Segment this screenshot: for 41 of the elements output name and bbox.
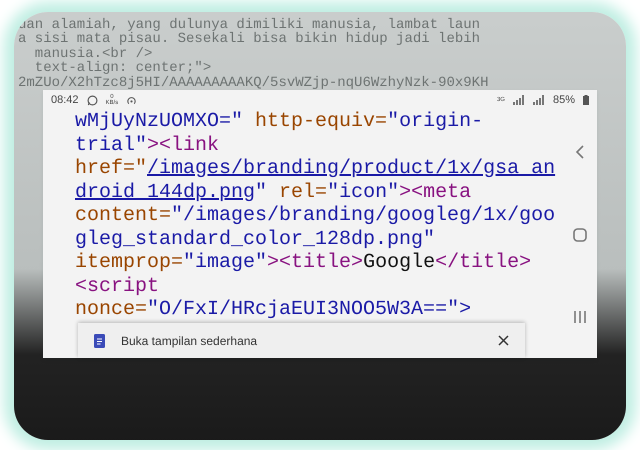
code-token: trial" <box>75 134 148 156</box>
background-code-line: text-align: center;"> <box>34 60 212 76</box>
code-token: gleg_standard_color_128dp.png" <box>75 228 436 250</box>
code-token: Google <box>363 251 436 274</box>
background-code-line: 2mZUo/X2hTzc8j5HI/AAAAAAAAAKQ/5svWZjp-nqU6WzhyNzk-90x9KH <box>18 74 488 90</box>
simplified-view-prompt[interactable]: Buka tampilan sederhana <box>78 323 525 358</box>
code-token: "icon" <box>327 180 400 204</box>
code-token: content= <box>75 204 172 227</box>
signal-icon <box>512 95 525 105</box>
code-token: " <box>255 180 268 204</box>
clock: 08:42 <box>51 92 79 108</box>
signal-icon <box>532 95 545 105</box>
code-link[interactable]: /images/branding/product/1x/gsa_an <box>147 157 556 180</box>
code-token: </title> <box>435 251 532 274</box>
hotspot-icon <box>126 94 138 106</box>
background-code-line: a sisi mata pisau. Sesekali bisa bikin hidup jadi lebih <box>18 31 480 48</box>
code-token: http-equiv= <box>254 110 388 133</box>
code-token: href=" <box>75 157 148 180</box>
chat-icon <box>86 94 98 106</box>
battery-level: 85% <box>552 92 575 108</box>
code-token: "/images/branding/googleg/1x/goo <box>171 204 556 227</box>
background-code-line: manusia.<br /> <box>34 46 152 62</box>
code-token: rel= <box>278 180 328 204</box>
prompt-text: Buka tampilan sederhana <box>121 332 258 350</box>
code-token: ><meta <box>399 180 472 204</box>
code-token: ><title> <box>267 251 364 274</box>
code-token: ><link <box>147 134 220 156</box>
recent-apps-icon[interactable] <box>572 310 586 324</box>
close-icon[interactable] <box>498 335 509 346</box>
code-link[interactable]: droid_144dp.png <box>75 180 256 204</box>
code-token: wMjUyNzUOMXO=" <box>75 110 244 133</box>
document-icon <box>94 334 105 348</box>
battery-icon <box>583 95 589 105</box>
code-token: "origin- <box>387 110 484 133</box>
code-token: "O/FxI/HRcjaEUI3NOO5W3A=="> <box>147 298 472 321</box>
home-icon[interactable] <box>572 228 586 242</box>
back-icon[interactable] <box>574 144 584 160</box>
code-token: <script <box>75 274 160 298</box>
code-token: itemprop= <box>75 251 184 274</box>
code-token: "image" <box>183 251 268 274</box>
code-token: nonce= <box>75 298 148 321</box>
